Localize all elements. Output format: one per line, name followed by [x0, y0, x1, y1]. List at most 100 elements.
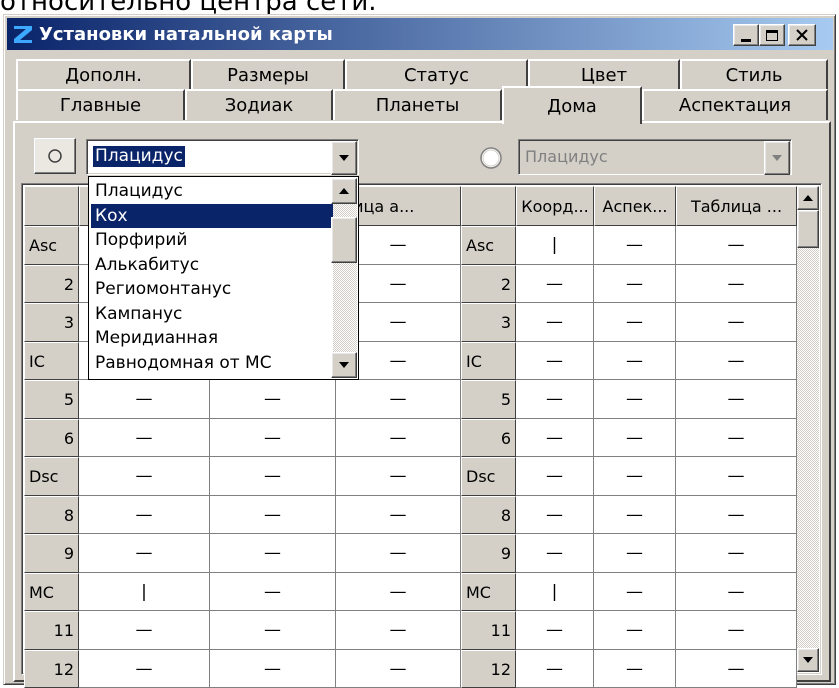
right-cell[interactable]: — [516, 265, 594, 303]
right-cell[interactable]: — [594, 265, 676, 303]
row-header-right[interactable]: 6 [461, 419, 516, 457]
row-header-left[interactable]: IC [24, 342, 79, 380]
dropdown-option[interactable]: Кох [91, 203, 334, 228]
right-radio-toggle[interactable] [472, 141, 510, 175]
row-header-right[interactable]: 8 [461, 496, 516, 534]
right-cell[interactable]: — [594, 496, 676, 534]
right-cell[interactable]: — [516, 611, 594, 650]
left-cell[interactable]: — [210, 457, 336, 496]
right-cell[interactable]: — [676, 380, 797, 419]
right-cell[interactable]: — [676, 573, 797, 611]
right-cell[interactable]: — [594, 650, 676, 688]
row-header-right[interactable]: 11 [461, 611, 516, 650]
right-cell[interactable]: — [516, 457, 594, 496]
left-cell[interactable]: — [79, 650, 210, 688]
right-cell[interactable]: — [594, 226, 676, 265]
left-cell[interactable]: — [336, 496, 461, 534]
right-cell[interactable]: — [594, 534, 676, 573]
tab-doma-active[interactable]: Дома [502, 86, 642, 124]
left-cell[interactable]: — [79, 611, 210, 650]
left-cell[interactable]: — [210, 611, 336, 650]
right-dropdown-button[interactable] [764, 141, 790, 175]
left-cell[interactable]: — [336, 611, 461, 650]
tab-glavnye[interactable]: Главные [16, 89, 185, 120]
left-cell[interactable]: — [79, 380, 210, 419]
dropdown-option[interactable]: Плацидус [91, 179, 334, 204]
right-cell[interactable]: — [516, 534, 594, 573]
right-cell[interactable]: — [676, 611, 797, 650]
scroll-thumb[interactable] [797, 210, 819, 248]
left-cell[interactable]: — [210, 380, 336, 419]
row-header-left[interactable]: MC [24, 573, 79, 611]
scroll-up-button[interactable] [797, 186, 819, 210]
dropdown-option[interactable]: Меридианная [91, 326, 334, 351]
left-dropdown-button[interactable] [331, 141, 357, 175]
row-header-left[interactable]: Asc [24, 226, 79, 265]
row-header-right[interactable]: Asc [461, 226, 516, 265]
tab-planety[interactable]: Планеты [333, 89, 502, 120]
scroll-down-button[interactable] [797, 648, 819, 672]
dropdown-option[interactable]: Равнодомная от МС [91, 351, 334, 376]
right-cell[interactable]: | [516, 573, 594, 611]
minimize-button[interactable] [733, 24, 759, 46]
row-header-left[interactable]: Dsc [24, 457, 79, 496]
right-cell[interactable]: — [676, 303, 797, 342]
right-cell[interactable]: — [594, 342, 676, 380]
dropdown-option[interactable]: Алькабитус [91, 253, 334, 278]
dropdown-option[interactable]: Региомонтанус [91, 277, 334, 302]
row-header-left[interactable]: 11 [24, 611, 79, 650]
row-header-right[interactable]: 9 [461, 534, 516, 573]
row-header-right[interactable]: Dsc [461, 457, 516, 496]
right-cell[interactable]: — [676, 342, 797, 380]
right-cell[interactable]: — [676, 534, 797, 573]
left-house-system-select[interactable]: Плацидус [86, 139, 359, 175]
right-cell[interactable]: — [676, 419, 797, 457]
row-header-right[interactable]: IC [461, 342, 516, 380]
dropdown-scroll-up-button[interactable] [331, 178, 357, 204]
house-system-dropdown-list[interactable]: Плацидус Кох Порфирий Алькабитус Региомонтан… [88, 176, 359, 380]
row-header-left[interactable]: 9 [24, 534, 79, 573]
row-header-left[interactable]: 5 [24, 380, 79, 419]
left-cell[interactable]: — [210, 534, 336, 573]
vertical-scrollbar[interactable] [797, 186, 819, 672]
right-cell[interactable]: — [676, 457, 797, 496]
right-cell[interactable]: — [516, 419, 594, 457]
left-cell[interactable]: — [336, 573, 461, 611]
right-cell[interactable]: — [594, 611, 676, 650]
left-cell[interactable]: — [79, 419, 210, 457]
right-cell[interactable]: — [676, 650, 797, 688]
dropdown-scroll-down-button[interactable] [331, 352, 357, 378]
row-header-left[interactable]: 12 [24, 650, 79, 688]
left-cell[interactable]: | [79, 573, 210, 611]
right-cell[interactable]: — [676, 226, 797, 265]
left-radio-toggle[interactable] [34, 138, 76, 174]
tab-cvet[interactable]: Цвет [528, 59, 680, 89]
right-cell[interactable]: — [594, 303, 676, 342]
right-cell[interactable]: — [676, 496, 797, 534]
left-cell[interactable]: — [79, 534, 210, 573]
title-bar[interactable]: Установки натальной карты [7, 18, 833, 50]
right-cell[interactable]: — [676, 265, 797, 303]
left-cell[interactable]: — [336, 419, 461, 457]
row-header-right[interactable]: 5 [461, 380, 516, 419]
right-cell[interactable]: — [516, 380, 594, 419]
maximize-button[interactable] [759, 24, 785, 46]
left-cell[interactable]: — [210, 496, 336, 534]
right-cell[interactable]: — [594, 380, 676, 419]
dropdown-scroll-thumb[interactable] [331, 217, 357, 263]
left-cell[interactable]: — [210, 650, 336, 688]
tab-razmery[interactable]: Размеры [191, 59, 345, 89]
right-cell[interactable]: — [516, 496, 594, 534]
left-cell[interactable]: — [210, 573, 336, 611]
right-cell[interactable]: — [516, 303, 594, 342]
right-cell[interactable]: — [594, 573, 676, 611]
right-cell[interactable]: — [594, 457, 676, 496]
left-cell[interactable]: — [336, 534, 461, 573]
row-header-right[interactable]: MC [461, 573, 516, 611]
left-cell[interactable]: — [336, 650, 461, 688]
tab-status[interactable]: Статус [345, 59, 528, 89]
right-cell[interactable]: | [516, 226, 594, 265]
left-cell[interactable]: — [79, 457, 210, 496]
row-header-right[interactable]: 12 [461, 650, 516, 688]
row-header-left[interactable]: 8 [24, 496, 79, 534]
